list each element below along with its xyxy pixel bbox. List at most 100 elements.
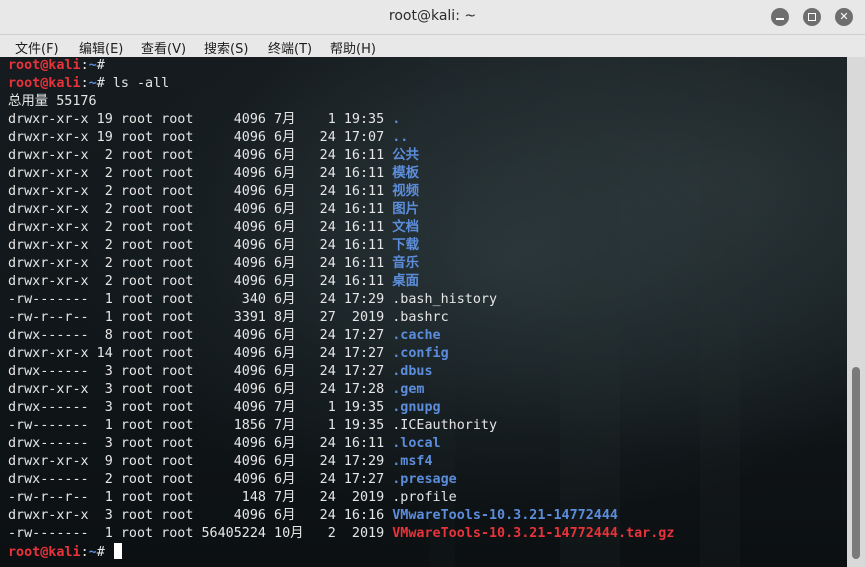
title-bar[interactable]: root@kali: ~ ✕ [0, 0, 865, 35]
entry-name: 音乐 [392, 256, 420, 271]
entry-name: .cache [392, 328, 441, 343]
minimize-button[interactable] [771, 8, 789, 26]
terminal-window: root@kali: ~ ✕ 文件(F) 编辑(E) 查看(V) 搜索(S) 终… [0, 0, 865, 567]
entry-meta: drwxr-xr-x 3 root root 4096 6月 24 16:16 [8, 508, 393, 523]
entry-meta: -rw------- 1 root root 56405224 10月 2 20… [8, 526, 393, 541]
close-button[interactable]: ✕ [835, 8, 853, 26]
listing-row: drwx------ 3 root root 4096 7月 1 19:35 .… [8, 399, 674, 417]
prompt-symbol: # [96, 76, 105, 91]
entry-name: .local [392, 436, 441, 451]
entry-meta: drwx------ 3 root root 4096 6月 24 17:27 [8, 364, 393, 379]
window-title: root@kali: ~ [388, 8, 477, 24]
entry-name: .gem [392, 382, 425, 397]
prompt-line-active[interactable]: root@kali:~# [8, 543, 674, 561]
prompt-separator: : [80, 545, 89, 560]
entry-meta: drwx------ 3 root root 4096 7月 1 19:35 [8, 400, 393, 415]
entry-meta: drwxr-xr-x 2 root root 4096 6月 24 16:11 [8, 184, 393, 199]
prompt-separator: : [80, 58, 89, 73]
listing-row: drwxr-xr-x 3 root root 4096 6月 24 16:16 … [8, 507, 674, 525]
entry-name: .presage [392, 472, 457, 487]
listing-row: drwxr-xr-x 19 root root 4096 6月 24 17:07… [8, 129, 674, 147]
entry-name: .ICEauthority [392, 418, 498, 433]
menu-bar: 文件(F) 编辑(E) 查看(V) 搜索(S) 终端(T) 帮助(H) [0, 35, 865, 57]
prompt-symbol: # [96, 545, 105, 560]
prompt-user: root@kali [8, 545, 81, 560]
entry-name: .. [392, 130, 409, 145]
listing-row: drwxr-xr-x 2 root root 4096 6月 24 16:11 … [8, 255, 674, 273]
listing-row: drwxr-xr-x 14 root root 4096 6月 24 17:27… [8, 345, 674, 363]
entry-meta: drwxr-xr-x 19 root root 4096 7月 1 19:35 [8, 112, 393, 127]
prompt-symbol: # [96, 58, 105, 73]
entry-name: .bash_history [392, 292, 498, 307]
entry-name: 模板 [392, 166, 420, 181]
menu-file[interactable]: 文件(F) [15, 38, 59, 57]
entry-meta: drwxr-xr-x 2 root root 4096 6月 24 16:11 [8, 274, 393, 289]
prompt-path: ~ [88, 58, 97, 73]
entry-name: 公共 [392, 148, 420, 163]
listing-row: drwxr-xr-x 2 root root 4096 6月 24 16:11 … [8, 183, 674, 201]
listing-row: drwxr-xr-x 19 root root 4096 7月 1 19:35 … [8, 111, 674, 129]
listing-row: drwxr-xr-x 2 root root 4096 6月 24 16:11 … [8, 147, 674, 165]
entry-meta: drwxr-xr-x 19 root root 4096 6月 24 17:07 [8, 130, 393, 145]
menu-search[interactable]: 搜索(S) [204, 38, 248, 57]
command-text: ls -all [104, 76, 170, 91]
listing-row: drwx------ 3 root root 4096 6月 24 17:27 … [8, 363, 674, 381]
close-icon: ✕ [839, 10, 849, 23]
entry-meta: drwxr-xr-x 3 root root 4096 6月 24 17:28 [8, 382, 393, 397]
scrollbar-thumb[interactable] [852, 367, 860, 559]
entry-name: .msf4 [392, 454, 433, 469]
entry-name: .config [392, 346, 449, 361]
entry-meta: drwxr-xr-x 2 root root 4096 6月 24 16:11 [8, 202, 393, 217]
entry-name: VMwareTools-10.3.21-14772444.tar.gz [392, 526, 675, 541]
entry-name: 视频 [392, 184, 420, 199]
entry-meta: drwxr-xr-x 2 root root 4096 6月 24 16:11 [8, 256, 393, 271]
listing-row: drwxr-xr-x 2 root root 4096 6月 24 16:11 … [8, 237, 674, 255]
menu-terminal[interactable]: 终端(T) [268, 38, 312, 57]
terminal-lines: root@kali:~# root@kali:~# ls -all 总用量 55… [8, 57, 674, 561]
entry-meta: drwxr-xr-x 14 root root 4096 6月 24 17:27 [8, 346, 393, 361]
listing-row: drwxr-xr-x 3 root root 4096 6月 24 17:28 … [8, 381, 674, 399]
listing-row: -rw-r--r-- 1 root root 148 7月 24 2019 .p… [8, 489, 674, 507]
entry-meta: drwx------ 3 root root 4096 6月 24 16:11 [8, 436, 393, 451]
entry-name: .gnupg [392, 400, 441, 415]
terminal-output[interactable]: root@kali:~# root@kali:~# ls -all 总用量 55… [0, 57, 847, 567]
menu-edit[interactable]: 编辑(E) [79, 38, 123, 57]
entry-name: 下载 [392, 238, 420, 253]
entry-meta: drwxr-xr-x 9 root root 4096 6月 24 17:29 [8, 454, 393, 469]
listing-row: -rw-r--r-- 1 root root 3391 8月 27 2019 .… [8, 309, 674, 327]
minimize-icon [776, 18, 784, 20]
listing-row: drwxr-xr-x 2 root root 4096 6月 24 16:11 … [8, 201, 674, 219]
prompt-path: ~ [88, 76, 97, 91]
entry-name: 桌面 [392, 274, 420, 289]
menu-help[interactable]: 帮助(H) [330, 38, 376, 57]
listing-row: -rw------- 1 root root 1856 7月 1 19:35 .… [8, 417, 674, 435]
command-line: root@kali:~# ls -all [8, 75, 674, 93]
scrollbar[interactable] [847, 57, 865, 567]
listing-row: drwxr-xr-x 9 root root 4096 6月 24 17:29 … [8, 453, 674, 471]
listing-row: drwx------ 3 root root 4096 6月 24 16:11 … [8, 435, 674, 453]
total-line: 总用量 55176 [8, 94, 97, 109]
listing-row: drwx------ 8 root root 4096 6月 24 17:27 … [8, 327, 674, 345]
listing-entries: drwxr-xr-x 19 root root 4096 7月 1 19:35 … [8, 111, 674, 543]
entry-meta: -rw------- 1 root root 340 6月 24 17:29 [8, 292, 393, 307]
entry-name: .profile [392, 490, 457, 505]
prompt-path: ~ [88, 545, 97, 560]
text-cursor [113, 543, 122, 559]
prompt-user: root@kali [8, 58, 81, 73]
listing-row: -rw------- 1 root root 340 6月 24 17:29 .… [8, 291, 674, 309]
entry-name: . [392, 112, 401, 127]
entry-meta: -rw-r--r-- 1 root root 3391 8月 27 2019 [8, 310, 393, 325]
entry-meta: -rw-r--r-- 1 root root 148 7月 24 2019 [8, 490, 393, 505]
menu-view[interactable]: 查看(V) [141, 38, 186, 57]
maximize-button[interactable] [803, 8, 821, 26]
prompt-separator: : [80, 76, 89, 91]
listing-row: drwxr-xr-x 2 root root 4096 6月 24 16:11 … [8, 219, 674, 237]
listing-row: drwxr-xr-x 2 root root 4096 6月 24 16:11 … [8, 273, 674, 291]
prompt-user: root@kali [8, 76, 81, 91]
prompt-line: root@kali:~# [8, 57, 674, 75]
listing-row: -rw------- 1 root root 56405224 10月 2 20… [8, 525, 674, 543]
entry-name: .dbus [392, 364, 433, 379]
entry-name: VMwareTools-10.3.21-14772444 [392, 508, 618, 523]
entry-meta: drwxr-xr-x 2 root root 4096 6月 24 16:11 [8, 238, 393, 253]
entry-name: 图片 [392, 202, 420, 217]
